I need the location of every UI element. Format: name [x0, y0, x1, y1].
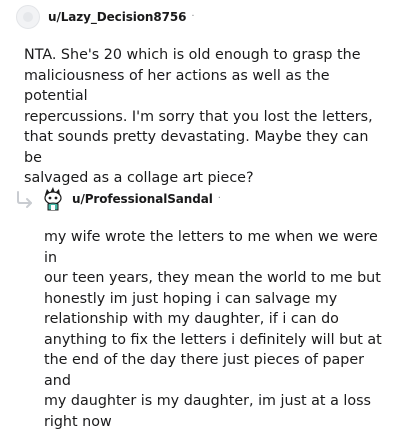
- comment-username[interactable]: u/ProfessionalSandal: [72, 192, 213, 206]
- comment-username[interactable]: u/Lazy_Decision8756: [48, 10, 186, 24]
- comment-header: u/Lazy_Decision8756 ·: [16, 2, 195, 32]
- comment-body: NTA. She's 20 which is old enough to gra…: [24, 47, 373, 186]
- comment-body: my wife wrote the letters to me when we …: [44, 229, 382, 430]
- comment-header: u/ProfessionalSandal ·: [14, 184, 221, 214]
- separator-dot: ·: [217, 193, 221, 204]
- default-avatar-icon[interactable]: [16, 5, 40, 29]
- snoo-avatar-icon[interactable]: [42, 187, 64, 211]
- separator-dot: ·: [191, 11, 195, 22]
- reply-arrow-icon: [17, 191, 32, 208]
